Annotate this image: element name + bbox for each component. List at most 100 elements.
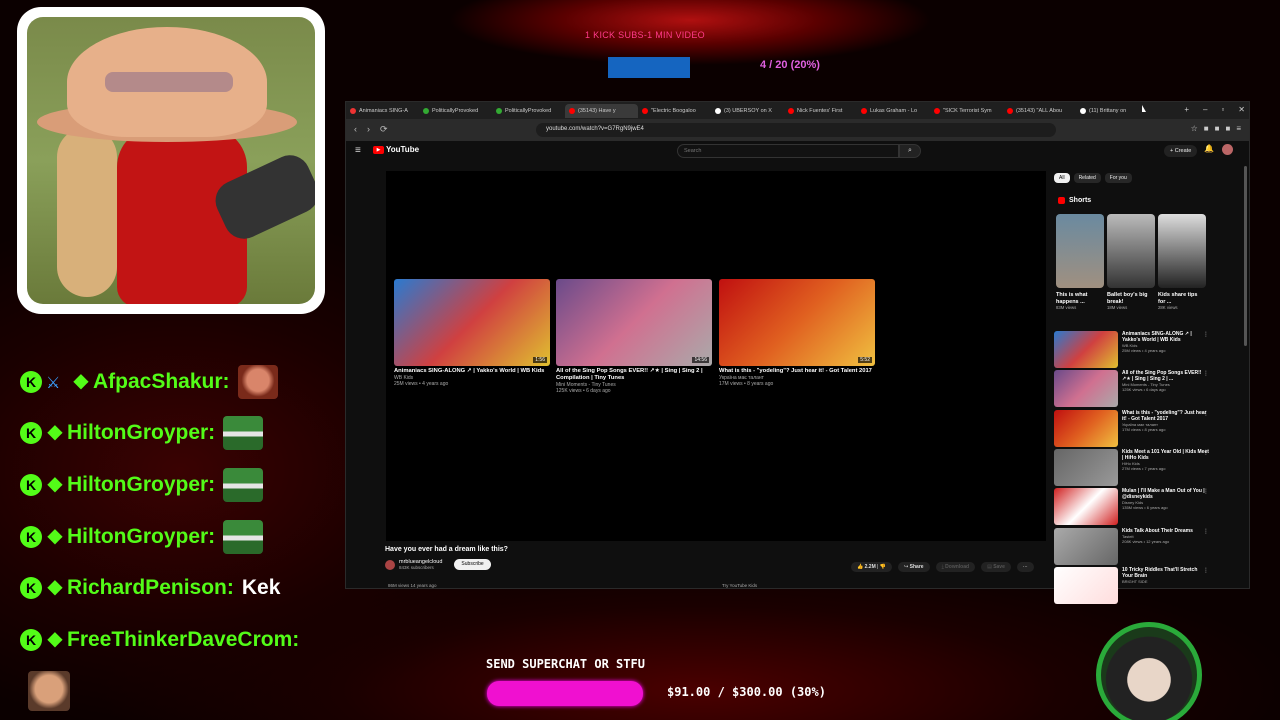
kick-goal-progress-bar	[608, 57, 690, 78]
diamond-icon: ◆	[47, 576, 63, 599]
endscreen-video-card[interactable]: 5:52 What is this - "yodeling"? Just hear…	[719, 279, 875, 387]
short-title: Ballet boy's big break!	[1107, 292, 1148, 305]
browser-tab[interactable]: (35143) "ALL Abou	[1003, 104, 1076, 118]
browser-tab[interactable]: Animaniacs SING-A	[346, 104, 419, 118]
related-video-title: Kids Meet a 101 Year Old | Kids Meet | H…	[1122, 448, 1209, 461]
more-options-icon[interactable]: ⋮	[1203, 488, 1209, 495]
more-options-icon[interactable]: ⋮	[1203, 449, 1209, 456]
related-video-item[interactable]: All of the Sing Pop Songs EVER!! ↗★ | Si…	[1054, 370, 1209, 408]
menu-icon[interactable]: ≡	[1236, 124, 1241, 133]
webcam-frame	[17, 7, 325, 314]
related-video-title: Mulan | I'll Make a Man Out of You | @di…	[1122, 488, 1205, 501]
tab-favicon-icon	[1080, 107, 1086, 114]
share-button[interactable]: ↪ Share	[898, 562, 930, 572]
more-options-icon[interactable]: ⋮	[1203, 410, 1209, 417]
kick-badge: K	[20, 577, 42, 600]
chat-username: RichardPenison:	[67, 576, 234, 600]
minimize-button[interactable]: –	[1203, 105, 1207, 114]
download-button[interactable]: ⤓ Download	[935, 562, 976, 572]
account-avatar[interactable]	[1222, 144, 1233, 155]
create-button[interactable]: + Create	[1164, 145, 1198, 157]
tab-label: Lukas Graham - Lo	[870, 107, 918, 114]
notifications-icon[interactable]: 🔔	[1204, 144, 1214, 153]
endscreen-video-card[interactable]: 1:56 Animaniacs SING-ALONG ↗ | Yakko's Wo…	[394, 279, 550, 387]
browser-tab[interactable]: Lukas Graham - Lo	[857, 104, 930, 118]
tab-label: (35143) Have y	[578, 107, 616, 114]
video-player[interactable]: 1:56 Animaniacs SING-ALONG ↗ | Yakko's Wo…	[386, 171, 1046, 541]
extension-icon[interactable]: ■	[1225, 124, 1230, 133]
short-card[interactable]: Kids share tips for ... 28K views	[1158, 214, 1206, 310]
related-video-stats: 25M views • 4 years ago	[1122, 348, 1166, 353]
tab-favicon-icon	[715, 107, 721, 114]
related-video-item[interactable]: Kids Meet a 101 Year Old | Kids Meet | H…	[1054, 448, 1209, 487]
chat-text: Kek	[241, 576, 281, 600]
video-thumbnail	[1054, 527, 1118, 565]
subscribe-button[interactable]: Subscribe	[454, 559, 491, 570]
kick-goal-label: 1 KICK SUBS-1 MIN VIDEO	[585, 30, 705, 40]
browser-tab[interactable]: (11) Brittany on	[1076, 104, 1149, 118]
browser-tab[interactable]: PoliticallyProvoked	[492, 104, 565, 118]
short-card[interactable]: This is what happens ... 83M views	[1056, 214, 1104, 310]
forward-icon[interactable]: ›	[367, 124, 370, 135]
video-thumbnail: 1:56	[394, 279, 550, 366]
extension-icon[interactable]: ■	[1215, 124, 1220, 133]
extension-icon[interactable]: ■	[1204, 124, 1209, 133]
tab-label: Nick Fuentes' First	[797, 107, 843, 114]
video-thumbnail	[1054, 331, 1118, 368]
filter-chip[interactable]: Related	[1073, 173, 1101, 183]
streamer-avatar	[1096, 622, 1202, 720]
browser-tab[interactable]: PoliticallyProvoked	[419, 104, 492, 118]
related-video-item[interactable]: Mulan | I'll Make a Man Out of You | @di…	[1054, 488, 1209, 526]
more-options-icon[interactable]: ⋮	[1203, 370, 1209, 377]
browser-tab[interactable]: Nick Fuentes' First	[784, 104, 857, 118]
browser-tab[interactable]: (35143) Have y	[565, 103, 638, 118]
video-card-stats: 125K views • 6 days ago	[556, 388, 611, 394]
endscreen-video-card[interactable]: 14:56 All of the Sing Pop Songs EVER!! ↗★…	[556, 279, 712, 394]
chat-username: FreeThinkerDaveCrom:	[67, 627, 300, 651]
back-icon[interactable]: ‹	[354, 124, 357, 135]
youtube-logo[interactable]: ▶ YouTube	[373, 145, 419, 154]
video-card-stats: 17M views • 8 years ago	[719, 381, 774, 387]
video-duration: 14:56	[692, 357, 709, 363]
mouse-cursor	[1142, 105, 1146, 112]
filter-chip[interactable]: For you	[1104, 173, 1132, 183]
more-options-icon[interactable]: ⋮	[1203, 567, 1209, 574]
chat-message: K ◆ HiltonGroyper:	[20, 459, 340, 511]
page-scrollbar[interactable]	[1244, 166, 1247, 346]
browser-tab[interactable]: "SICK Terrorist Sym	[930, 104, 1003, 118]
kick-badge: K	[20, 422, 42, 445]
reload-icon[interactable]: ⟳	[380, 124, 388, 135]
video-card-stats: 25M views • 4 years ago	[394, 381, 449, 387]
related-video-item[interactable]: 10 Tricky Riddles That'll Stretch Your B…	[1054, 566, 1209, 605]
short-thumbnail	[1056, 214, 1104, 288]
video-thumbnail: 14:56	[556, 279, 712, 366]
save-button[interactable]: ▤ Save	[981, 562, 1011, 572]
related-video-item[interactable]: Kids Talk About Their Dreams Tasteit 208K …	[1054, 527, 1209, 566]
more-options-icon[interactable]: ⋮	[1203, 528, 1209, 535]
video-thumbnail	[1054, 448, 1118, 486]
short-card[interactable]: Ballet boy's big break! 18M views	[1107, 214, 1155, 310]
hamburger-menu-icon[interactable]: ≡	[355, 145, 361, 156]
channel-info: mrblueangelcloud 843K subscribers Subscr…	[385, 559, 491, 570]
more-options-icon[interactable]: ⋯	[1016, 562, 1034, 572]
close-button[interactable]: ✕	[1238, 105, 1245, 114]
video-stats: 86M views 14 years ago	[388, 583, 437, 588]
youtube-kids-promo[interactable]: Try YouTube Kids	[722, 583, 757, 588]
maximize-button[interactable]: ▫	[1221, 105, 1224, 114]
search-icon[interactable]: ⌕	[899, 144, 921, 158]
browser-tab[interactable]: "Electric Boogaloo	[638, 104, 711, 118]
related-video-item[interactable]: What is this - "yodeling"? Just hear it!…	[1054, 409, 1209, 448]
filter-chip[interactable]: All	[1054, 173, 1070, 183]
address-bar[interactable]: youtube.com/watch?v=G7RgN9jwE4	[536, 123, 1056, 137]
bookmark-icon[interactable]: ☆	[1191, 124, 1198, 133]
related-video-item[interactable]: Animaniacs SING-ALONG ↗ | Yakko's World …	[1054, 331, 1209, 369]
short-thumbnail	[1158, 214, 1206, 288]
new-tab-button[interactable]: +	[1184, 105, 1189, 114]
shorts-icon	[1058, 197, 1065, 204]
more-options-icon[interactable]: ⋮	[1203, 331, 1209, 338]
search-input[interactable]: Search	[677, 144, 899, 158]
browser-tab[interactable]: (3) UBERSOY on X	[711, 104, 784, 118]
tab-favicon-icon	[496, 107, 502, 114]
channel-avatar[interactable]	[385, 559, 395, 570]
like-button[interactable]: 👍 2.2M | 👎	[851, 562, 893, 572]
